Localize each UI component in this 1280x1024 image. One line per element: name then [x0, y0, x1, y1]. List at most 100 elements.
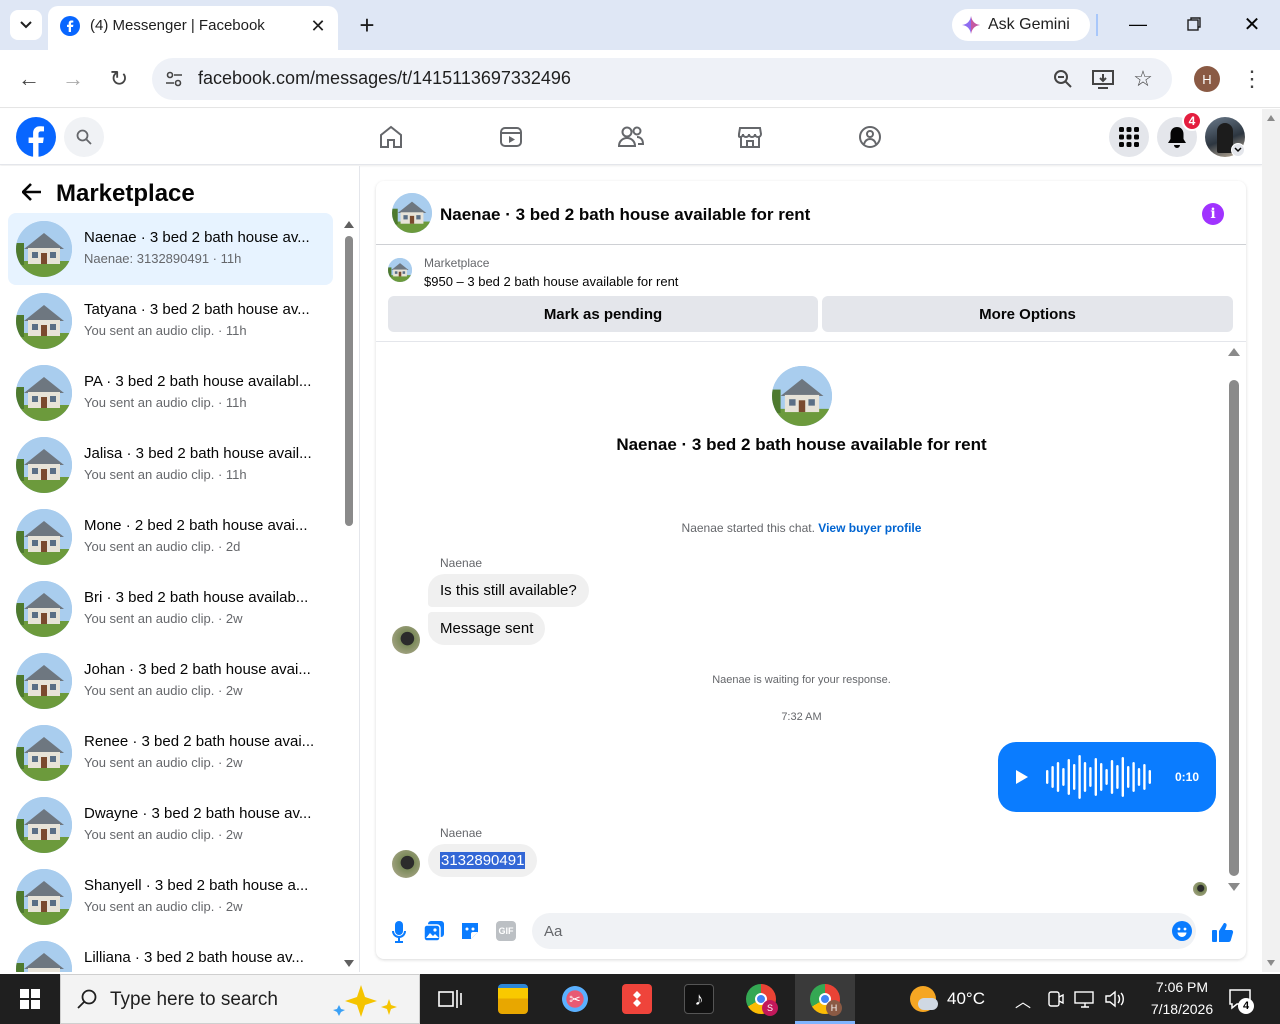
chat-scrollbar[interactable]: [1227, 346, 1243, 891]
conversation-item[interactable]: Johan · 3 bed 2 bath house avai... You se…: [8, 645, 333, 717]
waveform-bar: [1083, 762, 1087, 792]
conversation-item[interactable]: Tatyana · 3 bed 2 bath house av... You se…: [8, 285, 333, 357]
clock-date[interactable]: 7/18/2026: [1138, 1001, 1226, 1017]
emoji-icon[interactable]: [1172, 921, 1192, 941]
chevron-up-icon[interactable]: ︿: [1015, 988, 1031, 1012]
scroll-down-icon[interactable]: [1267, 960, 1275, 966]
windows-start-icon[interactable]: [20, 989, 40, 1009]
sidebar-scrollbar[interactable]: [342, 216, 356, 972]
url-text[interactable]: facebook.com/messages/t/1415113697332496: [198, 68, 571, 89]
file-explorer-icon[interactable]: [498, 984, 528, 1014]
nav-gaming[interactable]: [854, 121, 886, 153]
chat-header-title[interactable]: Naenae · 3 bed 2 bath house available fo…: [440, 205, 810, 225]
address-bar[interactable]: facebook.com/messages/t/1415113697332496…: [152, 58, 1172, 100]
conversation-item[interactable]: Shanyell · 3 bed 2 bath house a... You se…: [8, 861, 333, 933]
view-buyer-profile-link[interactable]: View buyer profile: [818, 521, 921, 535]
message-text[interactable]: 3132890491: [440, 852, 526, 869]
sender-avatar[interactable]: [392, 850, 420, 878]
sender-name: Naenae: [440, 826, 483, 840]
scroll-down-icon[interactable]: [344, 960, 354, 967]
listing-thumbnail[interactable]: [388, 258, 412, 282]
conversation-item[interactable]: Lilliana · 3 bed 2 bath house av...: [8, 933, 333, 972]
nav-friends[interactable]: [615, 121, 647, 153]
tiktok-icon[interactable]: ♪: [684, 984, 714, 1014]
menu-button[interactable]: [1109, 117, 1149, 157]
page-scrollbar[interactable]: [1262, 109, 1280, 972]
browser-menu-icon[interactable]: ⋮: [1238, 64, 1266, 94]
anydesk-icon[interactable]: [622, 984, 652, 1014]
nav-video[interactable]: [495, 121, 527, 153]
close-tab-icon[interactable]: ✕: [306, 14, 330, 38]
scroll-down-icon[interactable]: [1228, 883, 1240, 891]
zoom-icon[interactable]: [1050, 66, 1076, 92]
minimize-icon[interactable]: —: [1124, 10, 1152, 38]
new-tab-button[interactable]: +: [352, 10, 382, 40]
facebook-logo-icon[interactable]: [16, 117, 56, 157]
message-input[interactable]: Aa: [532, 913, 1196, 949]
conversation-item[interactable]: Jalisa · 3 bed 2 bath house avail... You …: [8, 429, 333, 501]
chat-header-thumbnail[interactable]: [392, 193, 432, 233]
like-thumb-icon[interactable]: [1212, 921, 1234, 943]
gaming-icon: [859, 126, 881, 148]
mark-pending-button[interactable]: Mark as pending: [388, 296, 818, 332]
tab-search-button[interactable]: [10, 10, 42, 40]
facebook-search-button[interactable]: [64, 117, 104, 157]
sender-avatar[interactable]: [392, 626, 420, 654]
nav-home[interactable]: [375, 121, 407, 153]
scrollbar-thumb[interactable]: [345, 236, 353, 526]
weather-temp[interactable]: 40°C: [947, 989, 985, 1009]
scroll-up-icon[interactable]: [344, 221, 354, 228]
conversation-preview: Naenae: 3132890491 · 11h: [84, 251, 242, 266]
conversation-info-button[interactable]: i: [1202, 203, 1224, 225]
restore-icon[interactable]: [1180, 10, 1208, 38]
site-settings-icon[interactable]: [160, 65, 188, 93]
install-app-icon[interactable]: [1090, 66, 1116, 92]
message-bubble[interactable]: 3132890491: [428, 844, 538, 877]
back-button[interactable]: [18, 178, 46, 206]
task-view-icon[interactable]: [438, 988, 462, 1010]
scrollbar-thumb[interactable]: [1229, 380, 1239, 876]
chrome-h-profile-icon[interactable]: H: [810, 984, 842, 1016]
play-icon[interactable]: [1015, 770, 1029, 784]
browser-tab-messenger[interactable]: (4) Messenger | Facebook ✕: [48, 6, 338, 50]
conversation-item[interactable]: Naenae · 3 bed 2 bath house av... Naenae:…: [8, 213, 333, 285]
account-chevron-icon[interactable]: [1231, 143, 1245, 157]
snipping-tool-icon[interactable]: ✂: [560, 984, 590, 1014]
waveform-bar: [1116, 765, 1119, 789]
taskbar-search-box[interactable]: Type here to search: [60, 974, 420, 1024]
network-icon[interactable]: [1074, 990, 1096, 1008]
more-options-button[interactable]: More Options: [822, 296, 1233, 332]
clock-time[interactable]: 7:06 PM: [1138, 979, 1226, 995]
listing-thumbnail: [16, 509, 72, 565]
scroll-up-icon[interactable]: [1228, 348, 1240, 356]
scroll-up-icon[interactable]: [1267, 115, 1275, 121]
sticker-icon[interactable]: [460, 921, 480, 941]
chrome-s-profile-icon[interactable]: S: [746, 984, 778, 1016]
volume-icon[interactable]: [1104, 990, 1126, 1008]
conversation-item[interactable]: Renee · 3 bed 2 bath house avai... You se…: [8, 717, 333, 789]
listing-text[interactable]: $950 – 3 bed 2 bath house available for …: [424, 274, 678, 289]
facebook-header: 4: [0, 109, 1262, 165]
forward-arrow-icon[interactable]: →: [58, 64, 88, 94]
microphone-icon[interactable]: [392, 921, 406, 943]
nav-marketplace[interactable]: [734, 121, 766, 153]
photo-icon[interactable]: [424, 921, 444, 941]
bookmark-star-icon[interactable]: ☆: [1130, 66, 1156, 92]
action-center-button[interactable]: 4: [1228, 988, 1254, 1014]
reload-icon[interactable]: ↻: [104, 64, 134, 94]
ask-gemini-button[interactable]: Ask Gemini: [952, 9, 1090, 41]
message-bubble[interactable]: Is this still available?: [428, 574, 589, 607]
conversation-item[interactable]: Bri · 3 bed 2 bath house availab... You s…: [8, 573, 333, 645]
audio-message[interactable]: 0:10: [998, 742, 1216, 812]
weather-icon[interactable]: [910, 986, 938, 1012]
back-arrow-icon[interactable]: ←: [14, 64, 44, 94]
close-window-icon[interactable]: ✕: [1238, 10, 1266, 38]
conversation-item[interactable]: PA · 3 bed 2 bath house availabl... You s…: [8, 357, 333, 429]
meet-now-icon[interactable]: [1046, 990, 1064, 1008]
gif-icon[interactable]: GIF: [496, 921, 516, 941]
message-bubble[interactable]: Message sent: [428, 612, 546, 645]
profile-avatar[interactable]: H: [1194, 66, 1220, 92]
conversation-item[interactable]: Mone · 2 bed 2 bath house avai... You sen…: [8, 501, 333, 573]
waveform-bar: [1148, 770, 1151, 784]
conversation-item[interactable]: Dwayne · 3 bed 2 bath house av... You sen…: [8, 789, 333, 861]
